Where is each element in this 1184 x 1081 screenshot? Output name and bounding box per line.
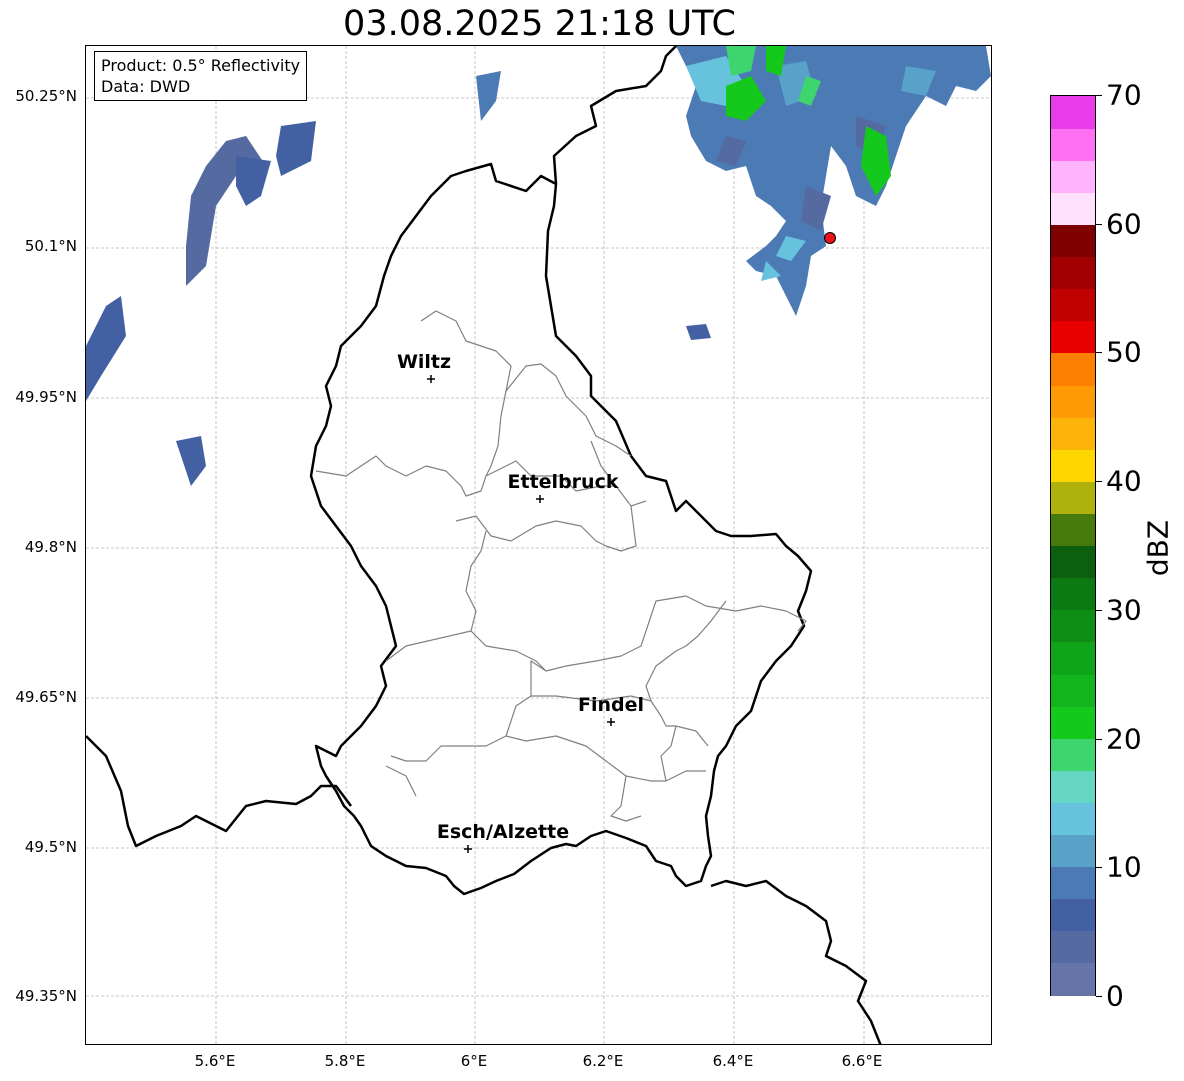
colorbar-segment (1051, 320, 1095, 354)
lat-label: 49.35°N (15, 987, 77, 1005)
colorbar-segment (1051, 449, 1095, 482)
colorbar-segment (1051, 930, 1095, 964)
colorbar-segment (1051, 256, 1095, 290)
colorbar-tick-label: 40 (1106, 464, 1142, 498)
colorbar-tick-label: 0 (1106, 979, 1124, 1013)
colorbar-segment (1051, 641, 1095, 675)
colorbar-segment (1051, 962, 1095, 996)
colorbar-segment (1051, 577, 1095, 611)
lat-label: 49.8°N (24, 538, 77, 556)
be-de-border-north (552, 46, 677, 185)
colorbar-segment (1051, 288, 1095, 322)
colorbar-tick (1096, 996, 1102, 997)
city-label-wiltz: Wiltz (396, 351, 452, 373)
lat-label: 49.5°N (24, 838, 77, 856)
colorbar-tick-label: 50 (1106, 335, 1142, 369)
luxembourg-border (309, 162, 813, 896)
city-marker-wiltz (427, 375, 435, 383)
city-marker-esch (464, 845, 472, 853)
lon-label: 5.6°E (194, 1052, 236, 1070)
map-panel[interactable] (85, 45, 992, 1045)
colorbar-segment (1051, 706, 1095, 739)
lon-label: 6.6°E (841, 1052, 883, 1070)
city-label-ettelbruck: Ettelbruck (507, 471, 619, 493)
product-label: Product: 0.5° Reflectivity (101, 56, 301, 75)
colorbar-tick-label: 20 (1106, 722, 1142, 756)
colorbar-segment (1051, 192, 1095, 226)
colorbar-segment (1051, 834, 1095, 868)
colorbar-segment (1051, 384, 1095, 418)
colorbar-segment (1051, 96, 1095, 129)
colorbar-tick-label: 10 (1106, 850, 1142, 884)
lon-label: 6.2°E (582, 1052, 624, 1070)
be-fr-border (86, 735, 352, 848)
colorbar-segment (1051, 898, 1095, 932)
colorbar-tick (1096, 352, 1102, 354)
colorbar-segment (1051, 352, 1095, 386)
map-canvas (86, 46, 991, 1044)
city-label-findel: Findel (577, 694, 645, 716)
colorbar-tick (1096, 223, 1102, 225)
lon-label: 6.4°E (712, 1052, 754, 1070)
colorbar-tick-label: 60 (1106, 207, 1142, 241)
lat-label: 50.25°N (15, 87, 77, 105)
lat-label: 49.65°N (15, 688, 77, 706)
colorbar-segment (1051, 673, 1095, 707)
colorbar-segment (1051, 609, 1095, 643)
colorbar-segment (1051, 224, 1095, 258)
lat-label: 50.1°N (24, 237, 77, 255)
lat-label: 49.95°N (15, 388, 77, 406)
echo-nw-streaks (186, 136, 266, 286)
colorbar-segment (1051, 417, 1095, 450)
colorbar-tick (1096, 867, 1102, 869)
lon-label: 6°E (460, 1052, 488, 1070)
colorbar-segment (1051, 738, 1095, 771)
colorbar (1050, 95, 1096, 996)
colorbar-tick (1096, 609, 1102, 611)
data-source-label: Data: DWD (101, 77, 191, 96)
canton-borders (315, 310, 807, 822)
colorbar-segment (1051, 802, 1095, 836)
colorbar-tick (1096, 95, 1102, 96)
lon-label: 5.8°E (324, 1052, 366, 1070)
colorbar-tick-label: 30 (1106, 593, 1142, 627)
colorbar-segment (1051, 866, 1095, 900)
colorbar-tick (1096, 481, 1102, 483)
fr-de-border (710, 879, 882, 1044)
product-info-box: Product: 0.5° Reflectivity Data: DWD (94, 51, 308, 101)
colorbar-unit-label: dBZ (1141, 519, 1175, 577)
map-title: 03.08.2025 21:18 UTC (343, 4, 736, 44)
colorbar-segment (1051, 160, 1095, 193)
radar-site-marker (824, 232, 836, 244)
colorbar-segment (1051, 481, 1095, 514)
city-marker-findel (607, 718, 615, 726)
colorbar-segment (1051, 128, 1095, 161)
colorbar-tick (1096, 738, 1102, 740)
city-label-esch: Esch/Alzette (436, 821, 570, 843)
colorbar-tick-label: 70 (1106, 78, 1142, 112)
colorbar-segment (1051, 513, 1095, 547)
city-markers (427, 375, 615, 853)
colorbar-segment (1051, 770, 1095, 803)
city-marker-ettelbruck (536, 495, 544, 503)
colorbar-segment (1051, 545, 1095, 579)
radar-echoes (86, 46, 991, 486)
